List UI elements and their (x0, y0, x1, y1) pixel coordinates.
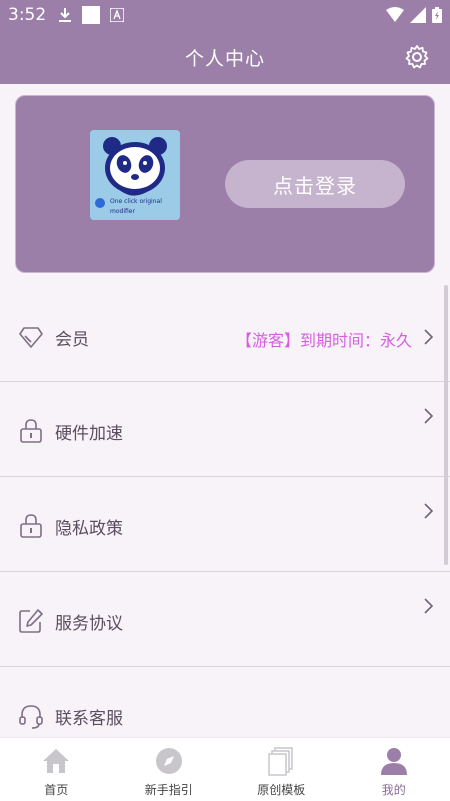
bottom-tab-bar: 首页 新手指引 原创模板 我的 (0, 737, 450, 801)
diamond-icon (18, 324, 44, 350)
battery-icon (432, 7, 442, 23)
menu-label-hardware-acceleration: 硬件加速 (55, 419, 123, 444)
status-time: 3:52 (8, 5, 46, 25)
vip-status-text: 【游客】到期时间：永久 (236, 327, 412, 351)
status-bar: 3:52 (0, 0, 450, 30)
chevron-right-icon (422, 503, 434, 519)
tab-label-original-templates: 原创模板 (257, 781, 305, 798)
square-notification-icon (82, 6, 100, 24)
tab-label-beginner-guide: 新手指引 (145, 781, 193, 798)
tab-original-templates[interactable]: 原创模板 (225, 738, 338, 801)
tab-beginner-guide[interactable]: 新手指引 (113, 738, 226, 801)
avatar-text-line1: One click original (110, 198, 162, 205)
user-icon (379, 746, 409, 776)
wifi-icon (386, 7, 404, 23)
edit-icon (18, 608, 44, 634)
scrollbar[interactable] (444, 285, 448, 565)
menu-item-privacy-policy[interactable]: 隐私政策 (0, 477, 450, 572)
menu-item-service-agreement[interactable]: 服务协议 (0, 572, 450, 667)
menu-label-service-agreement: 服务协议 (55, 609, 123, 634)
chevron-right-icon (422, 598, 434, 614)
app-header: 个人中心 (0, 30, 450, 84)
menu-label-customer-service: 联系客服 (55, 704, 123, 729)
settings-gear-icon[interactable] (404, 44, 430, 70)
menu-list: 会员 【游客】到期时间：永久 硬件加速 隐私政策 服 (0, 288, 450, 762)
avatar[interactable]: One click original modifier (90, 130, 180, 220)
status-system-icons (386, 7, 442, 23)
headset-icon (18, 703, 44, 729)
compass-icon (154, 746, 184, 776)
font-a-icon (110, 8, 124, 22)
home-icon (41, 746, 71, 776)
download-icon (58, 7, 72, 23)
panda-logo-icon: One click original modifier (90, 130, 180, 220)
chevron-right-icon (422, 408, 434, 424)
login-button[interactable]: 点击登录 (225, 160, 405, 208)
tab-home[interactable]: 首页 (0, 738, 113, 801)
profile-card: One click original modifier 点击登录 (15, 95, 435, 273)
tab-label-home: 首页 (44, 781, 68, 798)
status-notifications (58, 6, 124, 24)
tab-label-mine: 我的 (382, 781, 406, 798)
lock-icon (18, 513, 44, 539)
avatar-text-line2: modifier (110, 208, 135, 215)
tab-mine[interactable]: 我的 (338, 738, 450, 801)
chevron-right-icon (422, 329, 434, 345)
signal-icon (410, 7, 426, 23)
menu-label-vip: 会员 (55, 325, 89, 350)
menu-item-hardware-acceleration[interactable]: 硬件加速 (0, 382, 450, 477)
menu-label-privacy-policy: 隐私政策 (55, 514, 123, 539)
page-title: 个人中心 (185, 44, 265, 71)
lock-icon (18, 418, 44, 444)
menu-item-vip[interactable]: 会员 【游客】到期时间：永久 (0, 288, 450, 382)
pages-icon (266, 746, 296, 776)
